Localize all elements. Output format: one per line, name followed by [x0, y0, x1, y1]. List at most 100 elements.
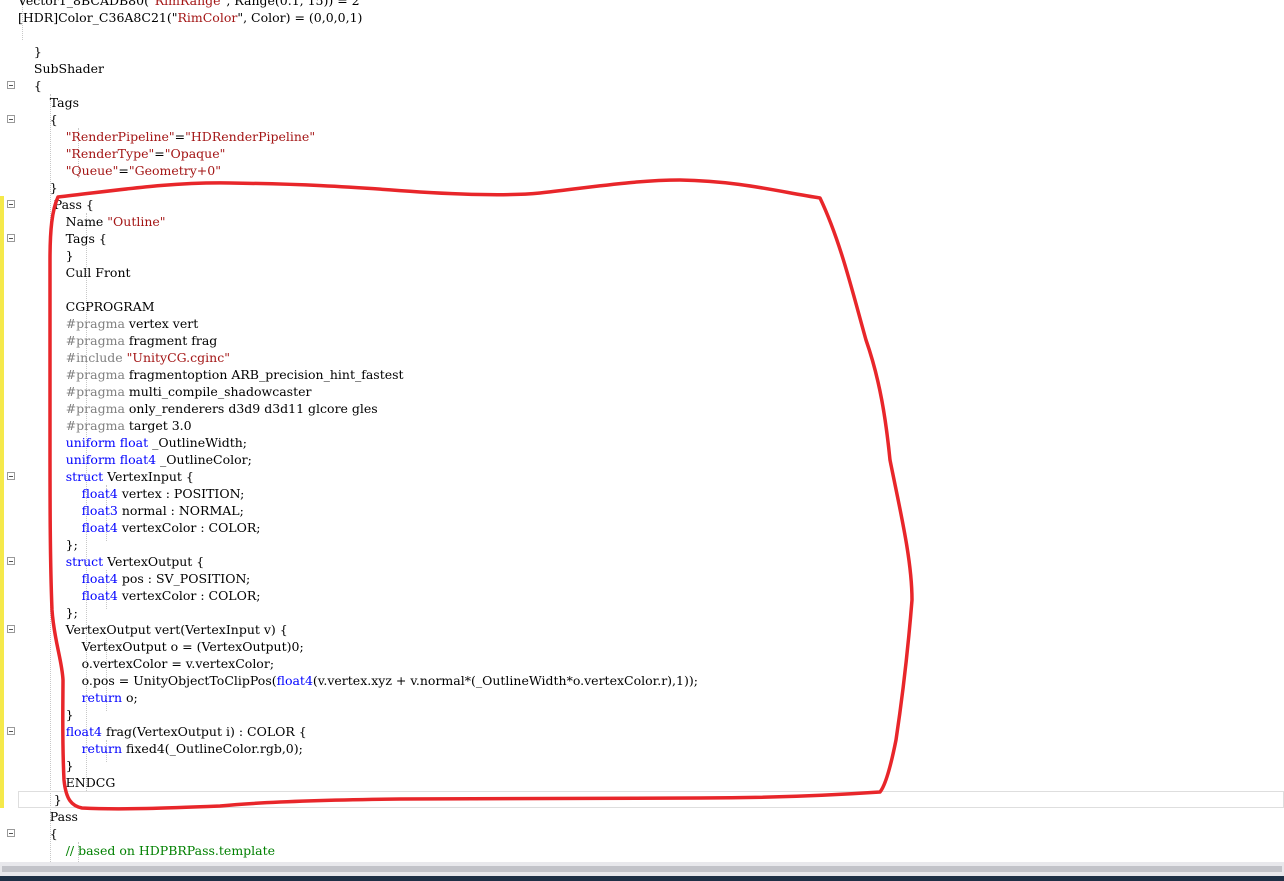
code-token: o;	[122, 690, 138, 705]
code-line[interactable]: SubShader	[18, 60, 104, 77]
code-line[interactable]: #pragma only_renderers d3d9 d3d11 glcore…	[18, 400, 378, 417]
code-token: fragment frag	[124, 333, 218, 348]
code-line[interactable]: };	[18, 604, 78, 621]
code-line[interactable]: float4 frag(VertexOutput i) : COLOR {	[18, 723, 307, 740]
code-token: pos : SV_POSITION;	[117, 571, 251, 586]
code-line[interactable]: #pragma fragment frag	[18, 332, 218, 349]
change-indicator-bar	[0, 196, 4, 808]
code-token: "Opaque"	[164, 146, 226, 161]
code-line[interactable]: CGPROGRAM	[18, 298, 155, 315]
fold-toggle-icon[interactable]	[7, 829, 15, 837]
code-line[interactable]: [HDR]Color_C36A8C21("RimColor", Color) =…	[18, 9, 362, 26]
code-line[interactable]: struct VertexOutput {	[18, 553, 205, 570]
fold-toggle-icon[interactable]	[7, 472, 15, 480]
code-line[interactable]: VertexOutput o = (VertexOutput)0;	[18, 638, 304, 655]
code-line[interactable]: }	[18, 179, 58, 196]
code-line[interactable]: "RenderPipeline"="HDRenderPipeline"	[18, 128, 315, 145]
code-token: vertex : POSITION;	[117, 486, 245, 501]
code-line[interactable]: Pass	[18, 808, 78, 825]
code-token: uniform	[65, 435, 116, 450]
code-token: (v.vertex.xyz + v.normal*(_OutlineWidth*…	[312, 673, 698, 688]
fold-toggle-icon[interactable]	[7, 200, 15, 208]
code-line[interactable]: float4 vertexColor : COLOR;	[18, 519, 261, 536]
horizontal-scrollbar[interactable]	[0, 862, 1284, 876]
scrollbar-thumb[interactable]	[2, 866, 1282, 872]
code-line[interactable]: }	[18, 706, 74, 723]
code-token: Cull Front	[18, 265, 131, 280]
code-line[interactable]: #pragma vertex vert	[18, 315, 199, 332]
fold-toggle-icon[interactable]	[7, 81, 15, 89]
code-line[interactable]: uniform float _OutlineWidth;	[18, 434, 247, 451]
code-line[interactable]: }	[18, 43, 42, 60]
code-token: {	[18, 826, 58, 841]
code-token: #pragma	[65, 418, 125, 433]
code-line[interactable]: Vector1_8BCADB80("RimRange", Range(0.1, …	[18, 0, 360, 9]
code-token: VertexOutput {	[103, 554, 205, 569]
code-token: Tags	[18, 95, 80, 110]
code-line[interactable]: };	[18, 536, 78, 553]
code-line[interactable]: return o;	[18, 689, 138, 706]
code-line[interactable]: {	[18, 77, 42, 94]
code-line[interactable]: {	[18, 825, 58, 842]
code-token: only_renderers d3d9 d3d11 glcore gles	[124, 401, 378, 416]
code-line[interactable]: float4 vertexColor : COLOR;	[18, 587, 261, 604]
code-line[interactable]: return fixed4(_OutlineColor.rgb,0);	[18, 740, 303, 757]
fold-toggle-icon[interactable]	[7, 727, 15, 735]
code-line[interactable]: #pragma fragmentoption ARB_precision_hin…	[18, 366, 404, 383]
code-line[interactable]: float3 normal : NORMAL;	[18, 502, 244, 519]
code-line[interactable]: Cull Front	[18, 264, 131, 281]
code-token: float3	[81, 503, 118, 518]
code-line[interactable]: Tags {	[18, 230, 107, 247]
code-editor[interactable]: Vector1_8BCADB80("RimRange", Range(0.1, …	[0, 0, 1284, 862]
code-line[interactable]: float4 pos : SV_POSITION;	[18, 570, 251, 587]
code-token: ", Color) = (0,0,0,1)	[237, 10, 363, 25]
code-token: o.pos = UnityObjectToClipPos(	[18, 673, 277, 688]
current-line-highlight	[18, 791, 1284, 808]
code-token: VertexOutput vert(VertexInput v) {	[18, 622, 288, 637]
code-token: vertexColor : COLOR;	[117, 520, 261, 535]
code-token: float4	[119, 452, 157, 467]
code-line[interactable]: #pragma target 3.0	[18, 417, 192, 434]
code-line[interactable]: #pragma multi_compile_shadowcaster	[18, 383, 312, 400]
code-token: struct	[65, 469, 104, 484]
fold-toggle-icon[interactable]	[7, 557, 15, 565]
code-line[interactable]: {	[18, 111, 58, 128]
code-line[interactable]: Name "Outline"	[18, 213, 166, 230]
code-line[interactable]: Pass {	[18, 196, 94, 213]
code-line[interactable]: Tags	[18, 94, 79, 111]
code-token: return	[81, 690, 123, 705]
code-token: "Outline"	[107, 214, 166, 229]
code-line[interactable]: float4 vertex : POSITION;	[18, 485, 245, 502]
code-line[interactable]: uniform float4 _OutlineColor;	[18, 451, 252, 468]
code-line[interactable]: "RenderType"="Opaque"	[18, 145, 226, 162]
fold-toggle-icon[interactable]	[7, 625, 15, 633]
code-line[interactable]: o.pos = UnityObjectToClipPos(float4(v.ve…	[18, 672, 698, 689]
code-line[interactable]: "Queue"="Geometry+0"	[18, 162, 221, 179]
fold-toggle-icon[interactable]	[7, 234, 15, 242]
code-token: Name	[18, 214, 108, 229]
code-line[interactable]: // based on HDPBRPass.template	[18, 842, 275, 859]
code-token: "Geometry+0"	[128, 163, 221, 178]
code-line[interactable]: }	[18, 247, 74, 264]
code-token: float4	[81, 486, 118, 501]
code-line[interactable]: ENDCG	[18, 774, 116, 791]
code-line[interactable]: }	[18, 757, 74, 774]
code-token: {	[18, 112, 58, 127]
fold-toggle-icon[interactable]	[7, 115, 15, 123]
code-line[interactable]: #include "UnityCG.cginc"	[18, 349, 230, 366]
code-line[interactable]: }	[18, 791, 62, 808]
code-token: float4	[276, 673, 313, 688]
code-line[interactable]: VertexOutput vert(VertexInput v) {	[18, 621, 288, 638]
code-token: o.vertexColor = v.vertexColor;	[18, 656, 275, 671]
code-line[interactable]: o.vertexColor = v.vertexColor;	[18, 655, 274, 672]
code-line[interactable]: struct VertexInput {	[18, 468, 194, 485]
